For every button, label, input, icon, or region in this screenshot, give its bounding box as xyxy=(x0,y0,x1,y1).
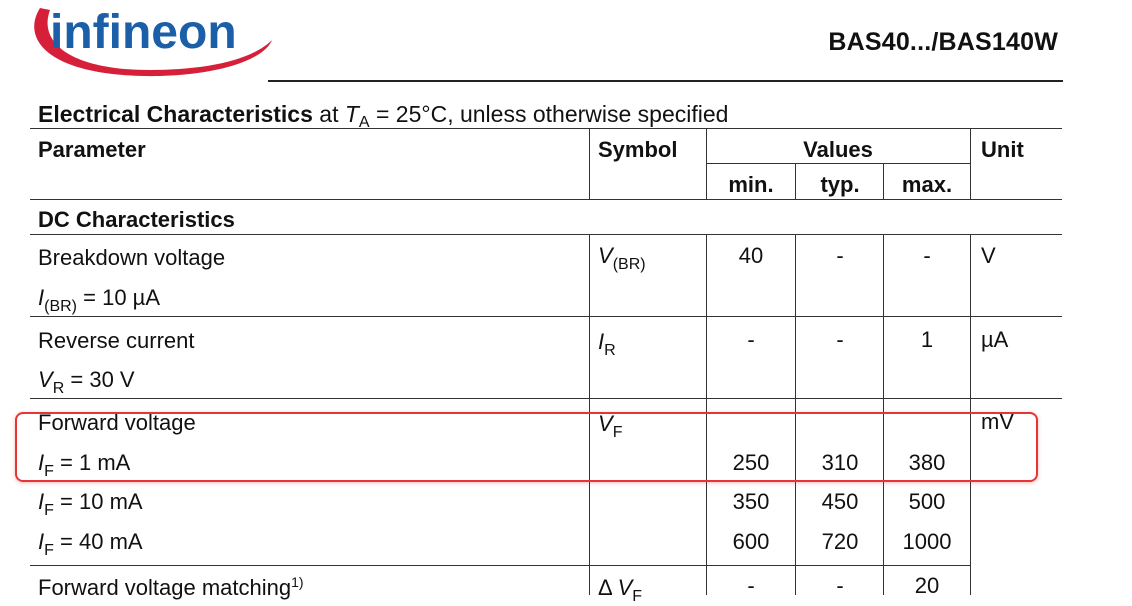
header-symbol: Symbol xyxy=(598,137,678,162)
part-number: BAS40.../BAS140W xyxy=(828,28,1058,56)
breakdown-min: 40 xyxy=(738,243,764,268)
breakdown-typ: - xyxy=(836,243,844,268)
reverse-min: - xyxy=(747,327,755,352)
reverse-typ: - xyxy=(836,327,844,352)
matching-max: 20 xyxy=(914,573,940,598)
header-unit: Unit xyxy=(981,137,1024,162)
reverse-unit: µA xyxy=(981,327,1009,352)
forward-condition: IF = 10 mA xyxy=(38,489,143,519)
reverse-max: 1 xyxy=(920,327,934,352)
reverse-param: Reverse current xyxy=(38,328,195,353)
header-max: max. xyxy=(901,172,953,197)
group-heading: DC Characteristics xyxy=(38,207,235,232)
highlight-box xyxy=(15,412,1038,482)
matching-symbol: Δ VF xyxy=(598,575,643,605)
forward-condition: IF = 40 mA xyxy=(38,529,143,559)
infineon-logo: infineon xyxy=(10,0,280,84)
breakdown-unit: V xyxy=(981,243,996,268)
header-rule xyxy=(268,80,1063,82)
forward-max: 500 xyxy=(908,489,946,514)
breakdown-max: - xyxy=(923,243,931,268)
reverse-symbol: IR xyxy=(598,329,616,359)
header-min: min. xyxy=(728,172,774,197)
header-values: Values xyxy=(803,137,873,162)
forward-typ: 720 xyxy=(821,529,859,554)
header-typ: typ. xyxy=(820,172,860,197)
matching-typ: - xyxy=(836,573,844,598)
forward-min: 350 xyxy=(732,489,770,514)
forward-typ: 450 xyxy=(821,489,859,514)
breakdown-condition: I(BR) = 10 µA xyxy=(38,285,161,315)
reverse-condition: VR = 30 V xyxy=(38,367,135,397)
header-parameter: Parameter xyxy=(38,137,146,162)
forward-min: 600 xyxy=(732,529,770,554)
breakdown-symbol: V(BR) xyxy=(598,243,646,273)
logo-wordmark: infineon xyxy=(50,6,237,59)
matching-param: Forward voltage matching1) xyxy=(38,574,304,600)
forward-max: 1000 xyxy=(902,529,952,554)
matching-min: - xyxy=(747,573,755,598)
breakdown-param: Breakdown voltage xyxy=(38,245,226,270)
